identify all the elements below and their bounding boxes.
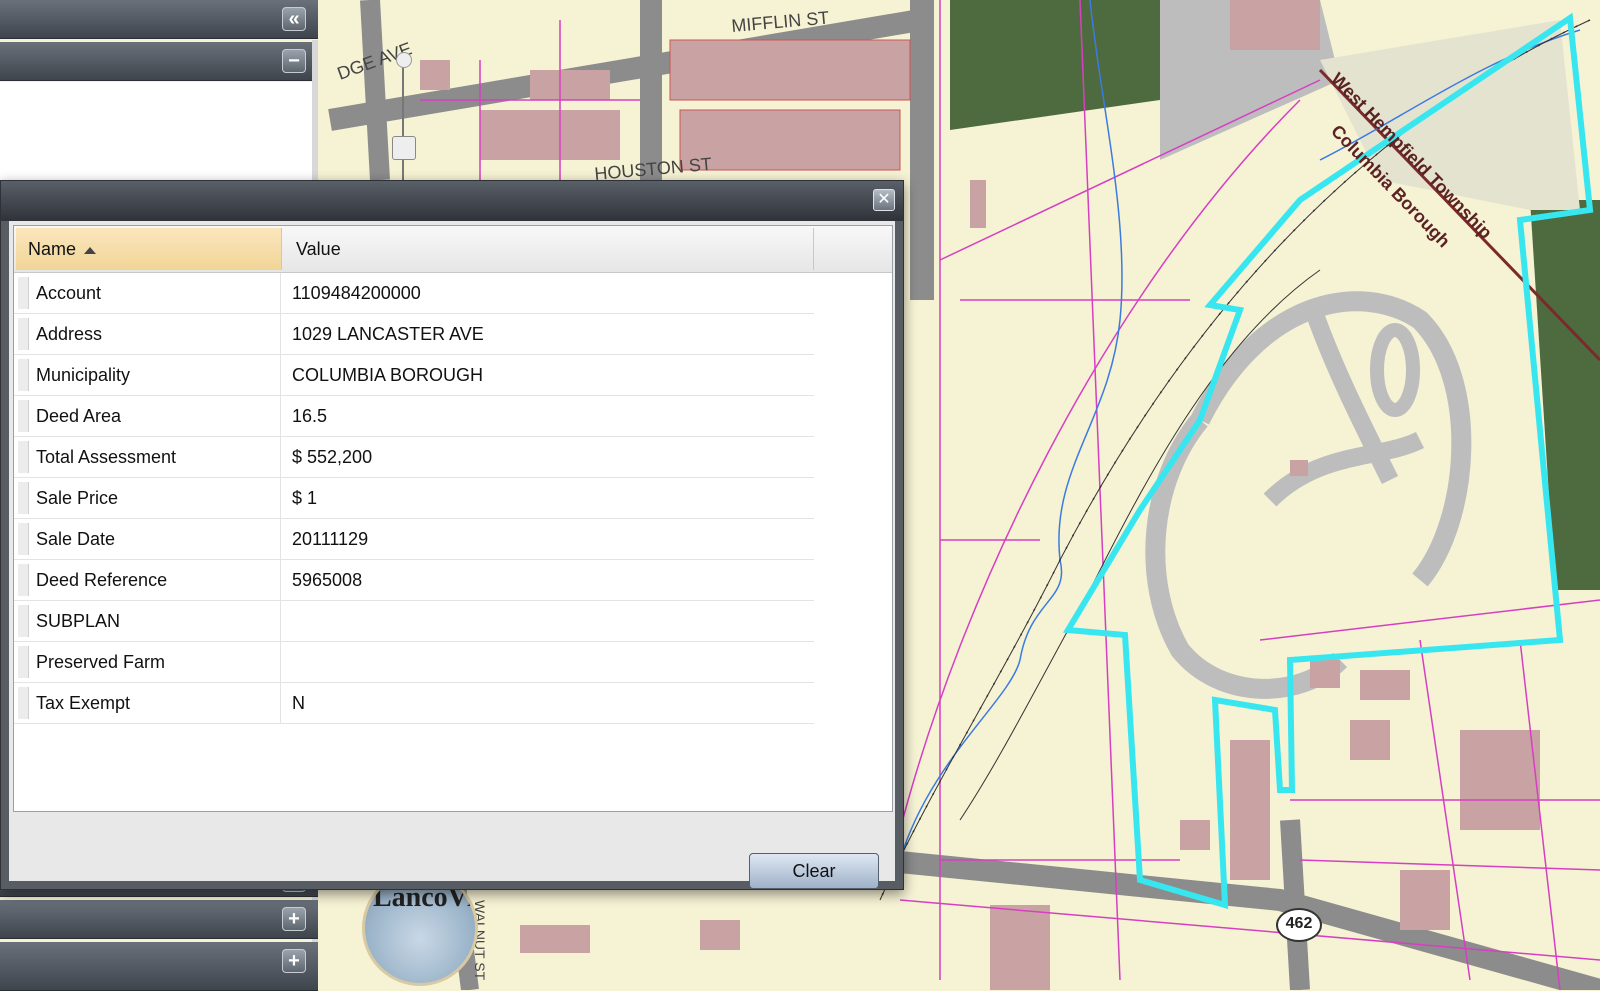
- panel-section-header: −: [0, 42, 318, 81]
- cell-value: [292, 601, 802, 641]
- panel-section-header: +: [0, 900, 318, 939]
- cell-value: $ 552,200: [292, 447, 373, 467]
- column-header-label: Name: [28, 239, 77, 259]
- panel-header: «: [0, 0, 318, 39]
- cell-name: Tax Exempt: [36, 683, 281, 723]
- building: [1350, 720, 1390, 760]
- cell-name: Total Assessment: [36, 437, 281, 477]
- road: [360, 0, 390, 181]
- grid-rows: Account 1109484200000 Address 1029 LANCAST…: [14, 273, 814, 724]
- row-marker: [18, 605, 29, 637]
- building: [1230, 0, 1320, 50]
- cell-value: 20111129: [292, 529, 369, 549]
- building: [1290, 460, 1308, 476]
- building: [970, 180, 986, 228]
- road: [640, 0, 662, 180]
- row-marker: [18, 687, 29, 719]
- cell-name: Sale Date: [36, 519, 281, 559]
- building: [530, 70, 610, 100]
- cell-value: $ 1: [292, 488, 318, 508]
- cell-name: Deed Area: [36, 396, 281, 436]
- road: [1280, 819, 1310, 990]
- row-marker: [18, 277, 29, 309]
- cell-value: [292, 642, 802, 682]
- table-row[interactable]: Account 1109484200000: [14, 273, 814, 314]
- cell-name: SUBPLAN: [36, 601, 281, 641]
- attribute-grid: Name Value Account 1109484200000 Address 1…: [13, 225, 893, 812]
- building: [679, 109, 901, 171]
- zoom-in-icon[interactable]: [396, 52, 412, 68]
- zoom-slider-handle[interactable]: [392, 136, 416, 160]
- plus-icon[interactable]: +: [282, 907, 306, 931]
- table-row[interactable]: Sale Price $ 1: [14, 478, 814, 519]
- building: [1400, 870, 1450, 930]
- route-badge: 462: [1276, 908, 1322, 942]
- table-row[interactable]: Preserved Farm: [14, 642, 814, 683]
- table-row[interactable]: Total Assessment $ 552,200: [14, 437, 814, 478]
- row-marker: [18, 400, 29, 432]
- plus-icon[interactable]: +: [282, 949, 306, 973]
- panel-section-header: +: [0, 942, 318, 991]
- dialog-body: Name Value Account 1109484200000 Address 1…: [9, 221, 895, 889]
- column-header-value[interactable]: Value: [284, 228, 814, 270]
- row-marker: [18, 318, 29, 350]
- road: [910, 0, 934, 300]
- row-marker: [18, 482, 29, 514]
- row-marker: [18, 441, 29, 473]
- building: [1230, 740, 1270, 880]
- table-row[interactable]: Deed Reference 5965008: [14, 560, 814, 601]
- cell-value: 5965008: [292, 570, 363, 590]
- building: [480, 110, 620, 160]
- sort-ascending-icon: [84, 246, 97, 254]
- cell-name: Account: [36, 273, 281, 313]
- minus-icon[interactable]: −: [282, 49, 306, 73]
- cell-value: 1109484200000: [292, 283, 421, 303]
- cell-value: 16.5: [292, 406, 328, 426]
- row-marker: [18, 523, 29, 555]
- double-chevron-left-icon[interactable]: «: [282, 7, 306, 31]
- panel-content: [0, 82, 312, 182]
- zoom-slider-track[interactable]: [402, 62, 404, 182]
- table-row[interactable]: Tax Exempt N: [14, 683, 814, 724]
- cell-name: Deed Reference: [36, 560, 281, 600]
- close-icon[interactable]: ✕: [873, 189, 895, 211]
- table-row[interactable]: Municipality COLUMBIA BOROUGH: [14, 355, 814, 396]
- identify-dialog: ✕ Name Value Account 1109484200000 Addres…: [0, 180, 904, 890]
- table-row[interactable]: Deed Area 16.5: [14, 396, 814, 437]
- table-row[interactable]: Address 1029 LANCASTER AVE: [14, 314, 814, 355]
- building: [669, 39, 911, 101]
- cell-value: 1029 LANCASTER AVE: [292, 324, 484, 344]
- table-row[interactable]: Sale Date 20111129: [14, 519, 814, 560]
- building: [420, 60, 450, 90]
- building: [1180, 820, 1210, 850]
- cell-value: COLUMBIA BOROUGH: [292, 365, 484, 385]
- clear-button[interactable]: Clear: [749, 853, 879, 889]
- column-header-name[interactable]: Name: [16, 228, 282, 270]
- column-header-label: Value: [296, 239, 341, 259]
- row-marker: [18, 564, 29, 596]
- building: [990, 905, 1050, 990]
- cell-name: Preserved Farm: [36, 642, 281, 682]
- building: [1310, 660, 1340, 688]
- building: [520, 925, 590, 953]
- row-marker: [18, 646, 29, 678]
- grid-header: Name Value: [14, 226, 892, 273]
- cell-name: Municipality: [36, 355, 281, 395]
- building: [1460, 730, 1540, 830]
- table-row[interactable]: SUBPLAN: [14, 601, 814, 642]
- cell-name: Sale Price: [36, 478, 281, 518]
- dialog-title-bar[interactable]: ✕: [1, 181, 903, 221]
- building: [700, 920, 740, 950]
- building: [1360, 670, 1410, 700]
- row-marker: [18, 359, 29, 391]
- cell-name: Address: [36, 314, 281, 354]
- cell-value: N: [292, 693, 305, 713]
